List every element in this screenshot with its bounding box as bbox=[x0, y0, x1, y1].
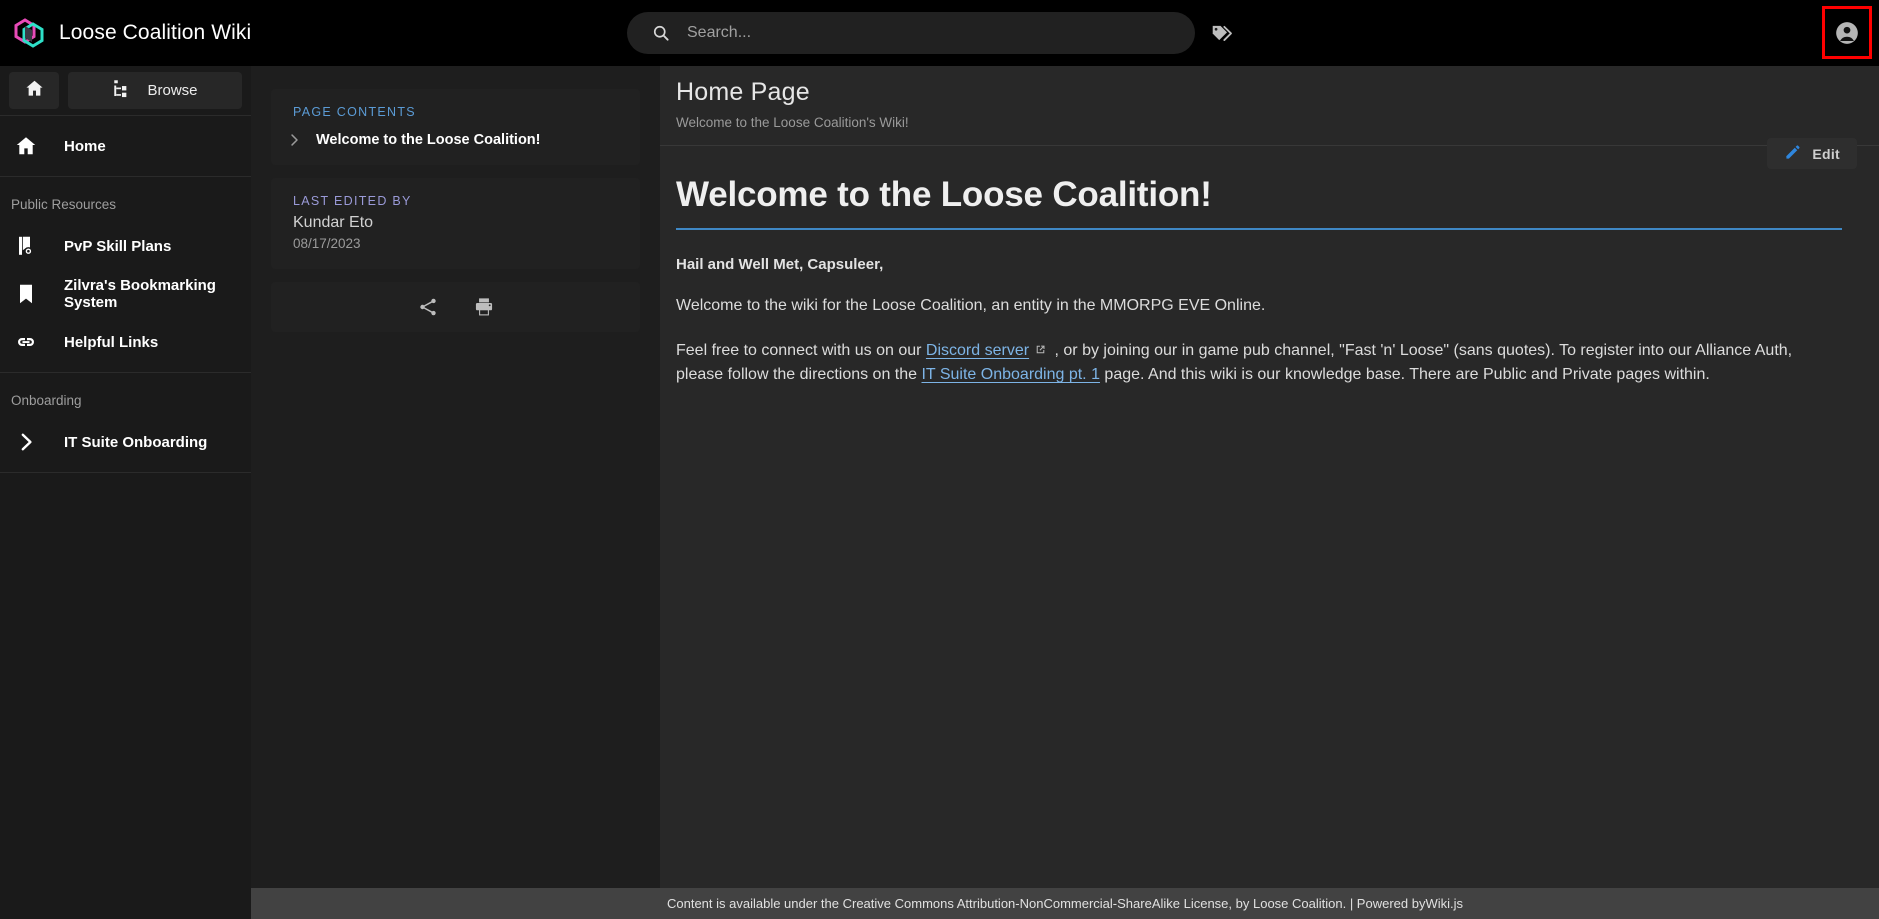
tags-icon[interactable] bbox=[1210, 21, 1236, 47]
paragraph2-text-part1: Feel free to connect with us on our bbox=[676, 342, 926, 359]
footer-wikijs-link[interactable]: Wiki.js bbox=[1425, 896, 1463, 911]
home-icon bbox=[14, 134, 38, 158]
search-icon bbox=[651, 23, 671, 43]
top-bar: Loose Coalition Wiki bbox=[0, 0, 1879, 66]
account-circle-icon[interactable] bbox=[1822, 6, 1872, 59]
open-in-new-icon bbox=[1034, 340, 1047, 354]
it-suite-onboarding-link[interactable]: IT Suite Onboarding pt. 1 bbox=[921, 366, 1099, 383]
sidebar-item-it-suite-onboarding[interactable]: IT Suite Onboarding bbox=[0, 418, 251, 466]
page-footer: Content is available under the Creative … bbox=[251, 888, 1879, 919]
left-sidebar: Browse Home Public Resources PvP Skill P… bbox=[0, 66, 251, 919]
book-skill-icon bbox=[14, 234, 38, 258]
sidebar-item-zilvras-bookmarking-system[interactable]: Zilvra's Bookmarking System bbox=[0, 270, 251, 318]
main-content: Home Page Welcome to the Loose Coalition… bbox=[660, 66, 1879, 888]
page-actions-card bbox=[271, 282, 640, 332]
page-title: Home Page bbox=[676, 78, 810, 106]
article-paragraph-1: Welcome to the wiki for the Loose Coalit… bbox=[676, 297, 1266, 314]
edit-button[interactable]: Edit bbox=[1767, 138, 1857, 169]
sidebar-browse-label: Browse bbox=[147, 82, 198, 99]
search-bar[interactable] bbox=[627, 12, 1195, 54]
print-icon[interactable] bbox=[473, 296, 495, 318]
sidebar-toolbar: Browse bbox=[0, 66, 251, 116]
sidebar-item-pvp-skill-plans[interactable]: PvP Skill Plans bbox=[0, 222, 251, 270]
page-contents-entry-label: Welcome to the Loose Coalition! bbox=[316, 132, 541, 148]
discord-server-link[interactable]: Discord server bbox=[926, 342, 1029, 359]
sidebar-item-label: Home bbox=[64, 137, 106, 155]
page-subtitle: Welcome to the Loose Coalition's Wiki! bbox=[676, 115, 909, 130]
brand-title: Loose Coalition Wiki bbox=[59, 21, 252, 44]
wikijs-hexagon-logo-icon bbox=[12, 16, 46, 50]
page-contents-entry[interactable]: Welcome to the Loose Coalition! bbox=[271, 119, 640, 151]
link-icon bbox=[14, 330, 38, 354]
search-input[interactable] bbox=[687, 18, 1147, 48]
article-body: Welcome to the Loose Coalition! Hail and… bbox=[660, 146, 1879, 387]
sidebar-group-label: Onboarding bbox=[11, 393, 82, 408]
sidebar-section-public-resources: Public Resources PvP Skill Plans Zilvra'… bbox=[0, 177, 251, 373]
sidebar-browse-button[interactable]: Browse bbox=[68, 72, 242, 109]
bookmark-icon bbox=[14, 282, 38, 306]
page-contents-caption: PAGE CONTENTS bbox=[293, 105, 416, 119]
sidebar-item-home[interactable]: Home bbox=[0, 122, 251, 170]
last-edited-date: 08/17/2023 bbox=[293, 236, 361, 251]
sidebar-group-label: Public Resources bbox=[11, 197, 117, 212]
sidebar-item-helpful-links[interactable]: Helpful Links bbox=[0, 318, 251, 366]
sidebar-item-label: IT Suite Onboarding bbox=[64, 433, 208, 451]
page-contents-card: PAGE CONTENTS Welcome to the Loose Coali… bbox=[271, 89, 640, 165]
last-edited-card: LAST EDITED BY Kundar Eto 08/17/2023 bbox=[271, 178, 640, 269]
article-lead: Hail and Well Met, Capsuleer, bbox=[676, 256, 884, 273]
last-edited-author: Kundar Eto bbox=[293, 214, 374, 231]
sidebar-item-label: PvP Skill Plans bbox=[64, 237, 172, 255]
edit-button-label: Edit bbox=[1812, 145, 1840, 162]
share-icon[interactable] bbox=[417, 296, 439, 318]
article-paragraph-2: Feel free to connect with us on our Disc… bbox=[676, 339, 1842, 387]
article-heading: Welcome to the Loose Coalition! bbox=[676, 175, 1842, 230]
pencil-icon bbox=[1784, 144, 1801, 164]
page-side-column: PAGE CONTENTS Welcome to the Loose Coali… bbox=[251, 66, 660, 888]
sidebar-section-onboarding: Onboarding IT Suite Onboarding bbox=[0, 373, 251, 473]
chevron-right-icon bbox=[285, 131, 303, 149]
brand-home-link[interactable]: Loose Coalition Wiki bbox=[0, 0, 251, 66]
sidebar-home-button[interactable] bbox=[9, 72, 59, 109]
paragraph2-text-part3: page. And this wiki is our knowledge bas… bbox=[1099, 366, 1710, 383]
chevron-right-icon bbox=[14, 430, 38, 454]
home-icon bbox=[24, 78, 45, 103]
page-header: Home Page Welcome to the Loose Coalition… bbox=[660, 66, 1879, 169]
footer-text: Content is available under the Creative … bbox=[666, 896, 1426, 911]
sidebar-section-main: Home bbox=[0, 116, 251, 177]
sidebar-item-label: Helpful Links bbox=[64, 333, 159, 351]
sidebar-item-label: Zilvra's Bookmarking System bbox=[64, 277, 216, 311]
file-tree-icon bbox=[112, 78, 133, 103]
last-edited-caption: LAST EDITED BY bbox=[293, 194, 412, 208]
